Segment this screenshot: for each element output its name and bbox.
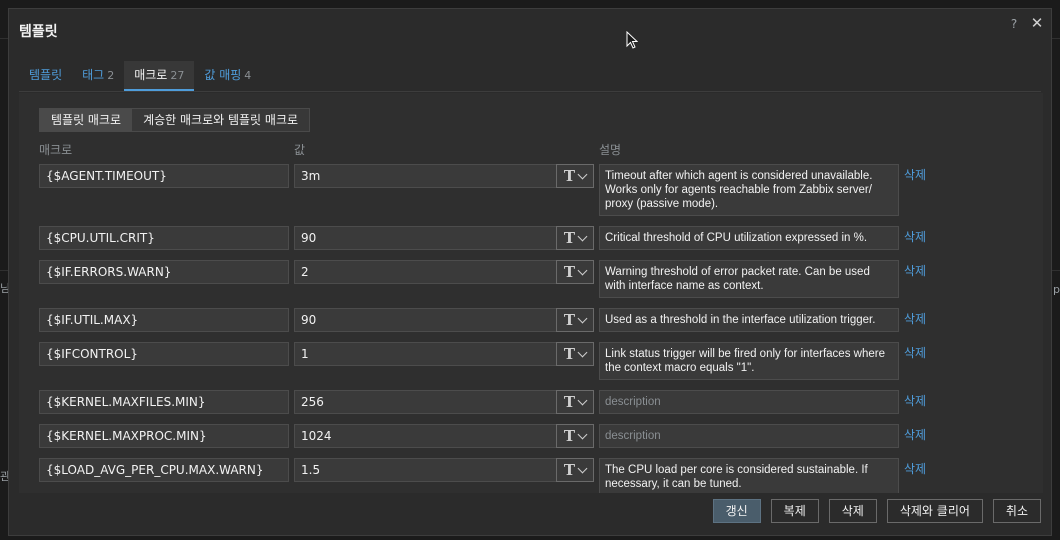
delete-link[interactable]: 삭제: [904, 228, 926, 245]
delete-button[interactable]: 삭제: [828, 499, 877, 523]
value-type-dropdown[interactable]: T: [556, 390, 594, 414]
chevron-down-icon: [577, 395, 588, 405]
chevron-down-icon: [577, 313, 588, 323]
macro-description-field[interactable]: The CPU load per core is considered sust…: [599, 458, 899, 493]
text-type-icon: T: [563, 228, 576, 247]
inherited-macros-button[interactable]: 계승한 매크로와 템플릿 매크로: [132, 109, 310, 131]
dialog-title: 템플릿: [19, 24, 58, 40]
delete-link[interactable]: 삭제: [904, 262, 926, 279]
text-type-icon: T: [563, 426, 576, 445]
value-type-dropdown[interactable]: T: [556, 342, 594, 366]
chevron-down-icon: [577, 347, 588, 357]
delete-link[interactable]: 삭제: [904, 426, 926, 443]
value-type-dropdown[interactable]: T: [556, 308, 594, 332]
template-dialog: 템플릿 ? ✕ 템플릿 태그 2 매크로 27 값 매핑 4 템플릿 매크로 계승한 …: [8, 8, 1052, 536]
macro-name-field[interactable]: {$IF.ERRORS.WARN}: [39, 260, 289, 284]
macro-value-field[interactable]: 256: [294, 390, 557, 414]
delete-link[interactable]: 삭제: [904, 310, 926, 327]
macro-name-field[interactable]: {$IF.UTIL.MAX}: [39, 308, 289, 332]
dialog-footer: 갱신 복제 삭제 삭제와 클리어 취소: [712, 499, 1041, 523]
macro-value-field[interactable]: 90: [294, 226, 557, 250]
macro-name-field[interactable]: {$KERNEL.MAXFILES.MIN}: [39, 390, 289, 414]
macro-value-field[interactable]: 1.5: [294, 458, 557, 482]
macro-name-field[interactable]: {$CPU.UTIL.CRIT}: [39, 226, 289, 250]
text-type-icon: T: [563, 166, 576, 185]
bg-edge-text: p: [1053, 283, 1060, 296]
clone-button[interactable]: 복제: [770, 499, 819, 523]
macro-description-field[interactable]: Used as a threshold in the interface uti…: [599, 308, 899, 332]
delete-and-clear-button[interactable]: 삭제와 클리어: [886, 499, 983, 523]
macro-name-field[interactable]: {$KERNEL.MAXPROC.MIN}: [39, 424, 289, 448]
macro-value-field[interactable]: 90: [294, 308, 557, 332]
tab-tags[interactable]: 태그 2: [72, 61, 124, 91]
value-type-dropdown[interactable]: T: [556, 424, 594, 448]
column-header-description: 설명: [599, 143, 622, 157]
tab-bar: 템플릿 태그 2 매크로 27 값 매핑 4: [19, 61, 261, 91]
macro-description-field[interactable]: description: [599, 390, 899, 414]
macro-value-field[interactable]: 1: [294, 342, 557, 366]
column-header-macro: 매크로: [39, 143, 73, 157]
text-type-icon: T: [563, 392, 576, 411]
delete-link[interactable]: 삭제: [904, 392, 926, 409]
macro-description-field[interactable]: Link status trigger will be fired only f…: [599, 342, 899, 380]
mouse-cursor-icon: [626, 31, 638, 49]
delete-link[interactable]: 삭제: [904, 166, 926, 183]
macro-name-field[interactable]: {$LOAD_AVG_PER_CPU.MAX.WARN}: [39, 458, 289, 482]
macro-value-field[interactable]: 1024: [294, 424, 557, 448]
tab-template[interactable]: 템플릿: [19, 61, 72, 91]
text-type-icon: T: [563, 344, 576, 363]
tab-label: 태그: [82, 68, 105, 82]
template-macros-button[interactable]: 템플릿 매크로: [40, 109, 133, 131]
macro-scope-toggle: 템플릿 매크로 계승한 매크로와 템플릿 매크로: [39, 108, 311, 132]
delete-link[interactable]: 삭제: [904, 344, 926, 361]
text-type-icon: T: [563, 460, 576, 479]
value-type-dropdown[interactable]: T: [556, 458, 594, 482]
tab-macros[interactable]: 매크로 27: [124, 61, 195, 91]
text-type-icon: T: [563, 310, 576, 329]
column-header-value: 값: [294, 143, 306, 157]
value-type-dropdown[interactable]: T: [556, 164, 594, 188]
cancel-button[interactable]: 취소: [992, 499, 1041, 523]
tab-label: 템플릿: [29, 68, 63, 82]
macro-description-field[interactable]: Timeout after which agent is considered …: [599, 164, 899, 216]
macro-value-field[interactable]: 3m: [294, 164, 557, 188]
help-icon[interactable]: ?: [1007, 17, 1021, 31]
value-type-dropdown[interactable]: T: [556, 260, 594, 284]
macro-description-field[interactable]: Warning threshold of error packet rate. …: [599, 260, 899, 298]
close-icon[interactable]: ✕: [1029, 15, 1045, 31]
update-button[interactable]: 갱신: [712, 499, 761, 523]
text-type-icon: T: [563, 262, 576, 281]
chevron-down-icon: [577, 429, 588, 439]
macros-panel: 템플릿 매크로 계승한 매크로와 템플릿 매크로 매크로 값 설명 {$AGEN…: [19, 93, 1043, 493]
tab-count: 27: [170, 69, 185, 82]
chevron-down-icon: [577, 463, 588, 473]
macro-value-field[interactable]: 2: [294, 260, 557, 284]
chevron-down-icon: [577, 169, 588, 179]
delete-link[interactable]: 삭제: [904, 460, 926, 477]
value-type-dropdown[interactable]: T: [556, 226, 594, 250]
macro-description-field[interactable]: Critical threshold of CPU utilization ex…: [599, 226, 899, 250]
chevron-down-icon: [577, 265, 588, 275]
macro-description-field[interactable]: description: [599, 424, 899, 448]
tab-count: 2: [107, 69, 115, 82]
tab-label: 값 매핑: [204, 68, 242, 82]
macro-name-field[interactable]: {$IFCONTROL}: [39, 342, 289, 366]
chevron-down-icon: [577, 231, 588, 241]
macro-name-field[interactable]: {$AGENT.TIMEOUT}: [39, 164, 289, 188]
tab-count: 4: [244, 69, 252, 82]
tabs-divider: [19, 91, 1041, 92]
tab-label: 매크로: [134, 68, 168, 82]
tab-value-mapping[interactable]: 값 매핑 4: [194, 61, 261, 91]
